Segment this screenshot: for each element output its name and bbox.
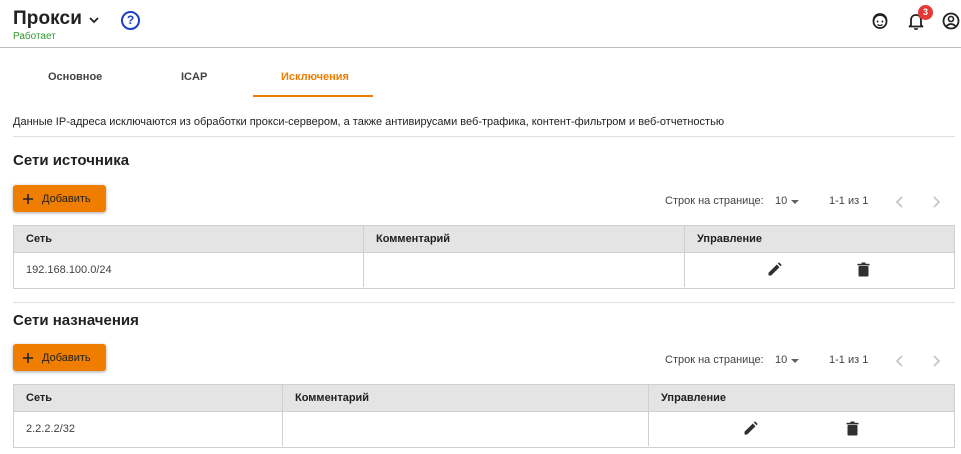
table-row: 2.2.2.2/32: [14, 412, 954, 446]
status-text: Работает: [13, 31, 56, 42]
destination-networks-title: Сети назначения: [13, 312, 139, 329]
add-button-label: Добавить: [42, 192, 91, 205]
trash-icon[interactable]: [855, 261, 872, 278]
pagination-range: 1-1 из 1: [829, 354, 869, 366]
network-cell: 192.168.100.0/24: [14, 253, 364, 287]
tab-exclusions[interactable]: Исключения: [281, 71, 349, 83]
table-row: 192.168.100.0/24: [14, 253, 954, 287]
add-destination-network-button[interactable]: Добавить: [13, 344, 106, 371]
trash-icon[interactable]: [844, 420, 861, 437]
chevron-left-icon[interactable]: [893, 195, 907, 209]
notifications-badge: 3: [918, 5, 933, 20]
caret-down-icon[interactable]: [790, 197, 800, 207]
chevron-down-icon[interactable]: [87, 13, 101, 27]
column-header-actions: Управление: [697, 233, 763, 245]
actions-cell: [685, 253, 956, 287]
source-networks-table: Сеть Комментарий Управление 192.168.100.…: [13, 225, 955, 289]
exclusions-description: Данные IP-адреса исключаются из обработк…: [13, 116, 725, 128]
source-networks-title: Сети источника: [13, 152, 130, 169]
table-header-row: Сеть Комментарий Управление: [14, 385, 954, 412]
chevron-right-icon[interactable]: [929, 354, 943, 368]
rows-per-page-select[interactable]: 10: [775, 354, 787, 366]
column-header-comment[interactable]: Комментарий: [364, 226, 685, 252]
help-icon[interactable]: ?: [121, 11, 140, 30]
tab-icap[interactable]: ICAP: [181, 71, 207, 83]
rows-per-page-label: Строк на странице:: [665, 354, 764, 366]
app-header: Прокси ? Работает 3: [0, 0, 961, 48]
add-source-network-button[interactable]: Добавить: [13, 185, 106, 212]
plus-icon: [23, 193, 33, 204]
plus-icon: [23, 352, 33, 363]
rows-per-page-select[interactable]: 10: [775, 195, 787, 207]
add-button-label: Добавить: [42, 351, 91, 364]
comment-cell: [283, 412, 649, 446]
chevron-left-icon[interactable]: [893, 354, 907, 368]
column-header-network[interactable]: Сеть: [14, 226, 364, 252]
network-cell: 2.2.2.2/32: [14, 412, 283, 446]
tab-main[interactable]: Основное: [48, 71, 102, 83]
column-header-network[interactable]: Сеть: [14, 385, 283, 411]
comment-cell: [364, 253, 685, 287]
pagination-range: 1-1 из 1: [829, 195, 869, 207]
column-header-comment[interactable]: Комментарий: [283, 385, 649, 411]
active-tab-indicator: [253, 95, 373, 97]
caret-down-icon[interactable]: [790, 356, 800, 366]
support-agent-icon[interactable]: [870, 11, 890, 31]
page-title: Прокси: [13, 8, 82, 29]
edit-icon[interactable]: [766, 261, 783, 278]
destination-networks-table: Сеть Комментарий Управление 2.2.2.2/32: [13, 384, 955, 448]
column-header-actions: Управление: [661, 392, 727, 404]
actions-cell: [649, 412, 956, 446]
divider: [13, 302, 955, 303]
edit-icon[interactable]: [742, 420, 759, 437]
table-header-row: Сеть Комментарий Управление: [14, 226, 954, 253]
divider: [13, 136, 955, 137]
account-circle-icon[interactable]: [941, 11, 961, 31]
chevron-right-icon[interactable]: [929, 195, 943, 209]
rows-per-page-label: Строк на странице:: [665, 195, 764, 207]
